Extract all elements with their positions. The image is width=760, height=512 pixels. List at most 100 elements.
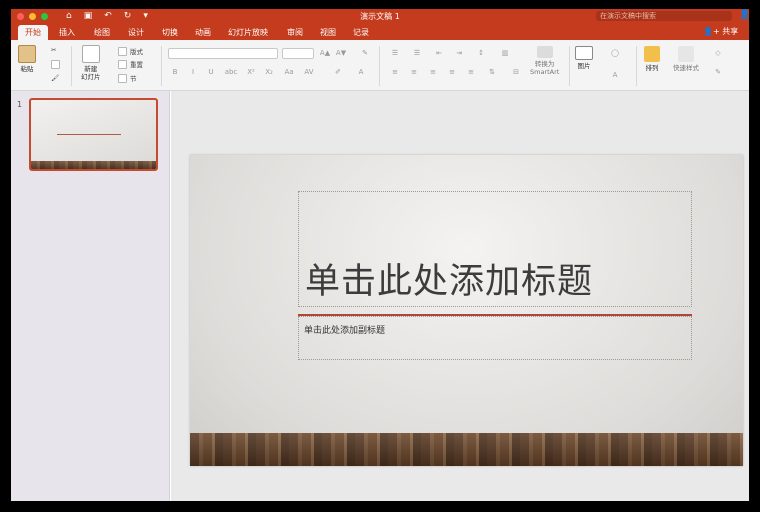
convert-smartart-label: 转换为 SmartArt [530, 60, 560, 76]
quick-access-toolbar: ⌂ ▣ ↶ ↻ ▾ [66, 11, 148, 21]
change-case-button[interactable]: Aa [282, 67, 296, 78]
slide-canvas[interactable]: 单击此处添加标题 单击此处添加副标题 [190, 155, 743, 466]
numbering-icon[interactable]: ☰ [410, 48, 424, 59]
paste-button[interactable]: 粘贴 [18, 45, 36, 73]
shape-outline-icon[interactable]: ✎ [711, 67, 725, 78]
align-left-icon[interactable]: ≡ [388, 67, 402, 78]
text-box-icon[interactable]: A [608, 70, 622, 81]
paste-label: 粘贴 [20, 65, 34, 73]
increase-indent-icon[interactable]: ⇥ [452, 48, 466, 59]
quick-styles-icon [678, 46, 694, 62]
convert-smartart-button[interactable]: 转换为 SmartArt [530, 46, 559, 76]
align-text-icon[interactable]: ⊟ [509, 67, 523, 78]
tab-slideshow[interactable]: 幻灯片放映 [225, 25, 271, 40]
text-direction-icon[interactable]: ⇅ [485, 67, 499, 78]
char-spacing-button[interactable]: AV [302, 67, 316, 78]
tab-insert[interactable]: 插入 [55, 25, 79, 40]
tab-home[interactable]: 开始 [18, 25, 48, 40]
close-button[interactable] [17, 12, 24, 20]
tab-animations[interactable]: 动画 [191, 25, 215, 40]
tab-view[interactable]: 视图 [316, 25, 340, 40]
new-slide-button[interactable]: 新建 幻灯片 [81, 45, 101, 81]
cut-button[interactable]: ✂ [51, 46, 56, 54]
scissors-icon: ✂ [51, 46, 57, 54]
bullets-icon[interactable]: ☰ [388, 48, 402, 59]
shape-fill-icon[interactable]: ◇ [711, 48, 725, 59]
highlight-icon[interactable]: ✐ [331, 67, 345, 78]
slide-number: 1 [17, 100, 23, 109]
shapes-icon[interactable]: ◯ [608, 48, 622, 59]
new-slide-label: 新建 幻灯片 [81, 65, 101, 81]
section-label: 节 [130, 75, 137, 83]
wood-floor-decoration [190, 433, 743, 466]
quick-styles-button[interactable]: 快速样式 [673, 46, 699, 72]
align-center-icon[interactable]: ≡ [407, 67, 421, 78]
section-icon [118, 73, 127, 83]
window-controls [17, 12, 48, 20]
layout-button[interactable]: 版式 [118, 46, 143, 56]
picture-label: 图片 [577, 62, 591, 70]
search-input[interactable]: 在演示文稿中搜索 [596, 11, 732, 21]
decrease-indent-icon[interactable]: ⇤ [432, 48, 446, 59]
columns-icon[interactable]: ▥ [498, 48, 512, 59]
picture-button[interactable]: 图片 [575, 46, 593, 70]
font-name-field[interactable] [168, 48, 278, 59]
user-icon[interactable]: 👤 [739, 10, 749, 20]
slide-thumbnail[interactable] [29, 98, 158, 171]
clear-format-icon[interactable]: ✎ [358, 48, 372, 59]
section-button[interactable]: 节 [118, 73, 137, 83]
minimize-button[interactable] [29, 12, 36, 20]
divider [379, 46, 380, 86]
distribute-icon[interactable]: ≡ [464, 67, 478, 78]
share-label: 共享 [722, 27, 739, 36]
format-painter-button[interactable]: 🖌 [51, 74, 59, 82]
tab-transitions[interactable]: 切换 [158, 25, 182, 40]
tab-draw[interactable]: 绘图 [90, 25, 114, 40]
ribbon-tab-bar: 开始 插入 绘图 设计 切换 动画 幻灯片放映 审阅 视图 记录 👤+ 共享 [11, 23, 749, 40]
layout-icon [118, 46, 127, 56]
tab-design[interactable]: 设计 [124, 25, 148, 40]
new-slide-icon [81, 45, 100, 63]
increase-font-button[interactable]: A▲ [318, 48, 332, 59]
arrange-label: 排列 [645, 64, 659, 72]
ribbon: 粘贴 ✂ 🖌 新建 幻灯片 版式 重置 节 A▲ A▼ ✎ B I U abc … [11, 40, 749, 91]
superscript-button[interactable]: X² [244, 67, 258, 78]
tab-review[interactable]: 审阅 [283, 25, 307, 40]
undo-icon[interactable]: ↶ [104, 11, 112, 21]
arrange-button[interactable]: 排列 [644, 46, 660, 72]
decrease-font-button[interactable]: A▼ [334, 48, 348, 59]
thumbnail-title-rule [57, 134, 121, 135]
save-icon[interactable]: ▣ [84, 11, 93, 21]
line-spacing-icon[interactable]: ↕ [474, 48, 488, 59]
justify-icon[interactable]: ≡ [445, 67, 459, 78]
italic-button[interactable]: I [186, 67, 200, 78]
reset-label: 重置 [130, 61, 143, 69]
font-color-button[interactable]: A [354, 67, 368, 78]
share-button[interactable]: 👤+ 共享 [703, 26, 738, 37]
slides-panel: 1 [11, 91, 170, 501]
copy-button[interactable] [51, 60, 60, 69]
customize-icon[interactable]: ▾ [143, 11, 148, 21]
bold-button[interactable]: B [168, 67, 182, 78]
thumbnail-floor [31, 161, 156, 169]
strikethrough-button[interactable]: abc [224, 67, 238, 78]
subtitle-placeholder[interactable]: 单击此处添加副标题 [298, 316, 692, 360]
brush-icon: 🖌 [51, 74, 60, 82]
tab-record[interactable]: 记录 [349, 25, 373, 40]
app-window: ⌂ ▣ ↶ ↻ ▾ 演示文稿 1 在演示文稿中搜索 👤 开始 插入 绘图 设计 … [11, 9, 749, 501]
title-placeholder[interactable]: 单击此处添加标题 [298, 191, 692, 307]
underline-button[interactable]: U [204, 67, 218, 78]
subscript-button[interactable]: X₂ [262, 67, 276, 78]
picture-icon [575, 46, 593, 60]
slide-editor: 单击此处添加标题 单击此处添加副标题 [171, 91, 749, 501]
home-icon[interactable]: ⌂ [66, 11, 72, 21]
divider [161, 46, 162, 86]
reset-button[interactable]: 重置 [118, 59, 143, 69]
copy-icon [51, 60, 60, 69]
layout-label: 版式 [130, 48, 143, 56]
redo-icon[interactable]: ↻ [124, 11, 132, 21]
zoom-button[interactable] [41, 12, 48, 20]
align-right-icon[interactable]: ≡ [426, 67, 440, 78]
arrange-icon [644, 46, 660, 62]
font-size-field[interactable] [282, 48, 314, 59]
